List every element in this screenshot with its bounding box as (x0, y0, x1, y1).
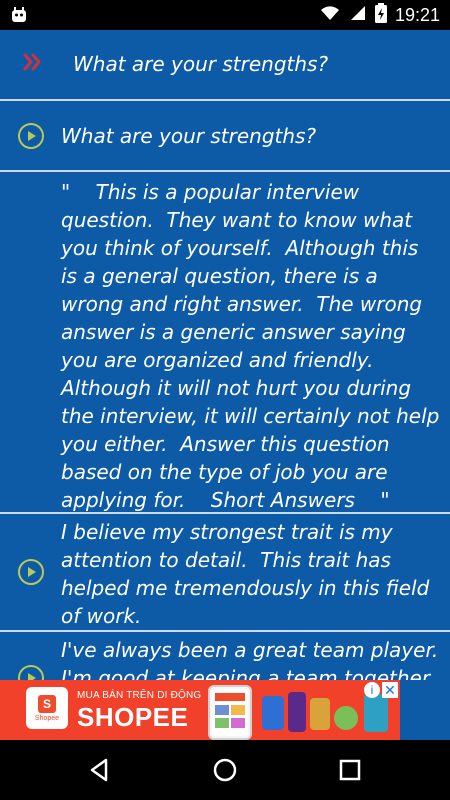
battery-icon (374, 3, 387, 27)
ad-info-icon[interactable]: i (364, 682, 380, 698)
play-circle-icon[interactable] (17, 558, 45, 586)
double-chevron-right-icon (22, 50, 50, 78)
ad-close-icon[interactable]: ✕ (382, 682, 398, 698)
wifi-icon (319, 4, 341, 26)
ad-headline[interactable]: SHOPEE (77, 702, 188, 733)
app-notification-icon (10, 6, 28, 24)
ad-banner[interactable]: S Shopee MUA BÁN TRÊN DI ĐỘNG SHOPEE i ✕ (0, 680, 400, 740)
clock: 19:21 (394, 5, 440, 25)
header-row[interactable]: What are your strengths? (0, 30, 450, 100)
brand-label: Shopee (34, 714, 60, 722)
signal-icon (349, 4, 367, 26)
ad-tagline: MUA BÁN TRÊN DI ĐỘNG (77, 690, 202, 701)
list-item-text: I believe my strongest trait is my atten… (61, 520, 436, 628)
list-item[interactable]: I've always been a great team player. I'… (0, 632, 450, 680)
back-triangle-icon[interactable] (84, 754, 116, 786)
list-item[interactable]: " This is a popular interview question. … (0, 172, 450, 512)
list-item-text: I've always been a great team player. I'… (61, 638, 445, 680)
shopee-bag-icon: S (38, 694, 56, 713)
phone-image (208, 685, 252, 740)
home-circle-icon[interactable] (209, 754, 241, 786)
navigation-bar (0, 740, 450, 800)
recents-square-icon[interactable] (334, 754, 366, 786)
content-list[interactable]: What are your strengths? What are your s… (0, 30, 450, 680)
status-bar: 19:21 (0, 0, 450, 30)
header-title: What are your strengths? (73, 52, 329, 76)
play-circle-icon[interactable] (17, 664, 45, 680)
list-item[interactable]: I believe my strongest trait is my atten… (0, 514, 450, 630)
list-item[interactable]: What are your strengths? (0, 101, 450, 171)
list-item-text: " This is a popular interview question. … (61, 180, 446, 512)
shopee-logo[interactable]: S Shopee (26, 687, 68, 729)
list-item-text: What are your strengths? (61, 124, 317, 148)
play-circle-icon[interactable] (17, 122, 45, 150)
status-icons: 19:21 (319, 3, 440, 27)
